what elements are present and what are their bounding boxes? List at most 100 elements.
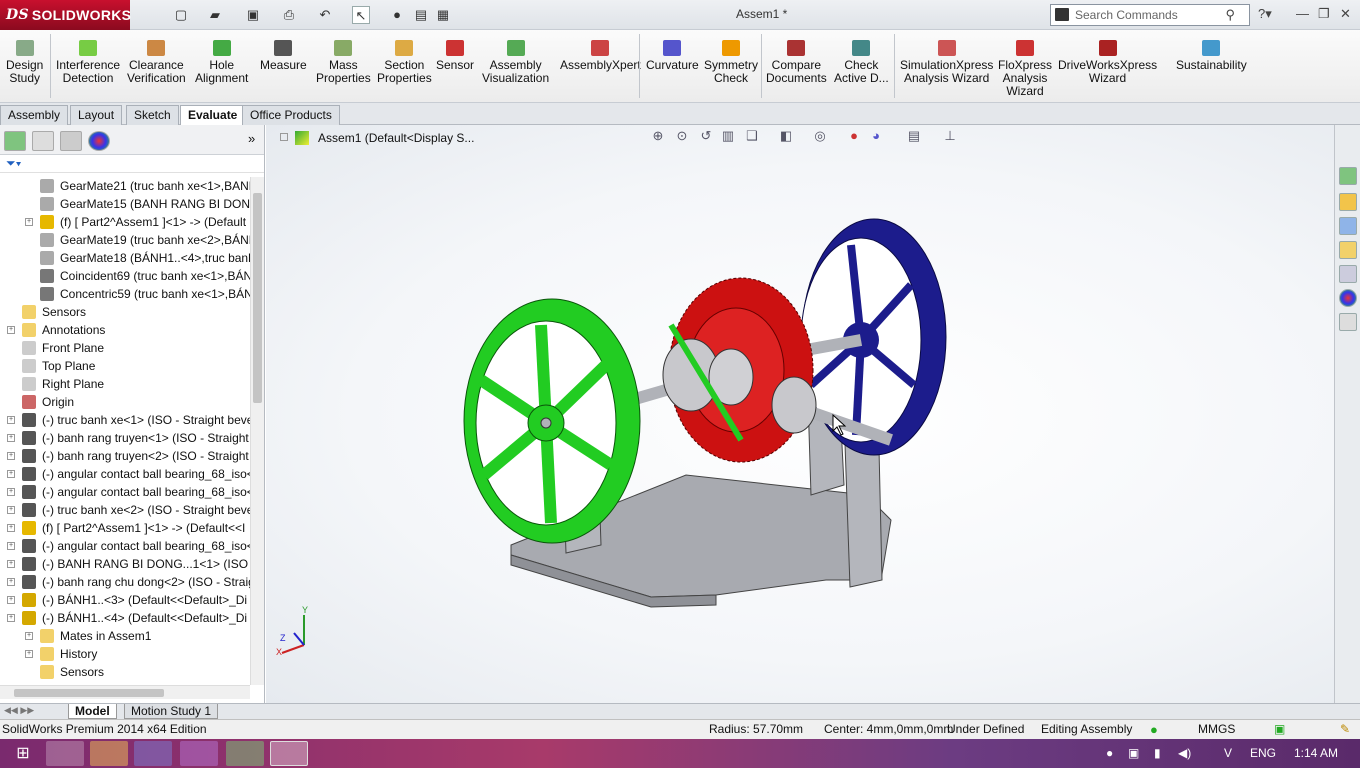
taskbar-app-icon[interactable] (226, 741, 264, 766)
sustainability-button[interactable]: Sustainability (1176, 40, 1247, 72)
tree-item[interactable]: Sensors (0, 663, 250, 681)
tree-item[interactable]: + History (0, 645, 250, 663)
unit-system[interactable]: MMGS (1198, 720, 1235, 739)
sensor-button[interactable]: Sensor (436, 40, 474, 72)
tree-item[interactable]: + (-) banh rang truyen<1> (ISO - Straight (0, 429, 250, 447)
expand-icon[interactable]: + (7, 326, 15, 334)
measure-button[interactable]: Measure (260, 40, 307, 72)
scroll-thumb[interactable] (253, 193, 262, 403)
simulationxpress-button[interactable]: SimulationXpress Analysis Wizard (900, 40, 993, 85)
tab-sketch[interactable]: Sketch (126, 105, 179, 125)
tree-item[interactable]: GearMate15 (BANH RANG BI DONG (0, 195, 250, 213)
file-properties-icon[interactable]: ▤ (412, 6, 430, 24)
windows-start-icon[interactable]: ⊞ (4, 741, 42, 766)
tab-assembly[interactable]: Assembly (0, 105, 69, 125)
expand-icon[interactable]: + (25, 632, 33, 640)
tree-item[interactable]: + Mates in Assem1 (0, 627, 250, 645)
tab-motion-study[interactable]: Motion Study 1 (124, 704, 219, 719)
file-explorer-taskbar-icon[interactable] (90, 741, 128, 766)
tree-item[interactable]: + (-) truc banh xe<2> (ISO - Straight bev… (0, 501, 250, 519)
expand-icon[interactable]: + (7, 578, 15, 586)
tree-item[interactable]: Sensors (0, 303, 250, 321)
interference-button[interactable]: Interference Detection (56, 40, 120, 85)
tab-layout[interactable]: Layout (70, 105, 123, 125)
expand-icon[interactable]: + (7, 542, 15, 550)
tree-item[interactable]: + (-) truc banh xe<1> (ISO - Straight bev… (0, 411, 250, 429)
expand-icon[interactable]: + (7, 434, 15, 442)
assembly-model-3d[interactable]: Y Z X (266, 125, 1334, 703)
section-properties-button[interactable]: Section Properties (377, 40, 432, 85)
tree-item[interactable]: + (-) angular contact ball bearing_68_iso… (0, 537, 250, 555)
filter-icon[interactable]: ⏷▾ (6, 156, 21, 171)
minimize-button[interactable]: — (1296, 6, 1309, 21)
language-indicator[interactable]: ENG (1250, 746, 1276, 760)
taskbar-app-icon[interactable] (134, 741, 172, 766)
tree-filter[interactable]: ⏷▾ (0, 155, 264, 173)
open-file-icon[interactable]: ▰ (206, 6, 224, 24)
expand-icon[interactable]: + (7, 506, 15, 514)
configuration-manager-icon[interactable] (60, 131, 82, 151)
expand-icon[interactable]: + (25, 650, 33, 658)
design-study-button[interactable]: Design Study (6, 40, 43, 85)
expand-icon[interactable]: + (7, 524, 15, 532)
tab-model[interactable]: Model (68, 704, 117, 719)
tree-item[interactable]: + (f) [ Part2^Assem1 ]<1> -> (Default<<I (0, 519, 250, 537)
curvature-button[interactable]: Curvature (646, 40, 699, 72)
expand-panel-icon[interactable]: » (248, 131, 255, 146)
tree-item[interactable]: Front Plane (0, 339, 250, 357)
graphics-area[interactable]: Assem1 (Default<Display S... ⊕ ⊙ ↺ ▥ ❑ ◧… (266, 125, 1334, 703)
expand-icon[interactable]: + (7, 560, 15, 568)
close-button[interactable]: ✕ (1340, 6, 1351, 22)
bevel-gear-right[interactable] (771, 376, 817, 434)
custom-properties-icon[interactable] (1339, 313, 1357, 331)
appearances-icon[interactable] (1339, 289, 1357, 307)
clearance-button[interactable]: Clearance Verification (127, 40, 186, 85)
tree-item[interactable]: + (-) angular contact ball bearing_68_iso… (0, 483, 250, 501)
tree-item[interactable]: GearMate19 (truc banh xe<2>,BÁNH (0, 231, 250, 249)
tree-item[interactable]: GearMate21 (truc banh xe<1>,BANH (0, 177, 250, 195)
taskbar-app-icon[interactable] (180, 741, 218, 766)
tree-item[interactable]: Right Plane (0, 375, 250, 393)
solidworks-resources-icon[interactable] (1339, 167, 1357, 185)
tab-office-products[interactable]: Office Products (242, 105, 340, 125)
display-manager-icon[interactable] (88, 131, 110, 151)
search-icon[interactable]: ⚲ (1225, 7, 1235, 23)
new-file-icon[interactable]: ▢ (172, 6, 190, 24)
search-commands-input[interactable]: Search Commands ⚲ (1050, 4, 1250, 26)
mass-properties-button[interactable]: Mass Properties (316, 40, 371, 85)
solidworks-logo[interactable]: DS SOLIDWORKS (0, 0, 131, 30)
property-manager-icon[interactable] (32, 131, 54, 151)
rebuild-icon[interactable]: ● (388, 6, 406, 24)
tree-vertical-scrollbar[interactable] (250, 177, 264, 685)
expand-icon[interactable]: + (7, 416, 15, 424)
expand-icon[interactable]: + (25, 218, 33, 226)
tree-item[interactable]: Concentric59 (truc banh xe<1>,BÁN (0, 285, 250, 303)
feature-manager-icon[interactable] (4, 131, 26, 151)
save-icon[interactable]: ▣ (244, 6, 262, 24)
tab-scroll-icon[interactable]: ◀◀ ▶▶ (4, 705, 34, 716)
help-icon[interactable]: ?▾ (1258, 6, 1272, 22)
expand-icon[interactable]: + (7, 488, 15, 496)
clock[interactable]: 1:14 AM (1294, 746, 1338, 760)
home-icon[interactable] (1339, 193, 1357, 211)
help-status-icon[interactable]: ▣ (1274, 720, 1285, 739)
tree-item[interactable]: GearMate18 (BÁNH1..<4>,truc banh (0, 249, 250, 267)
expand-icon[interactable]: + (7, 614, 15, 622)
solidworks-taskbar-icon[interactable] (270, 741, 308, 766)
tree-item[interactable]: + Annotations (0, 321, 250, 339)
tree-item[interactable]: + (-) BANH RANG BI DONG...1<1> (ISO - (0, 555, 250, 573)
taskbar-app-icon[interactable] (46, 741, 84, 766)
expand-icon[interactable]: + (7, 452, 15, 460)
undo-icon[interactable]: ↶ (316, 6, 334, 24)
select-icon[interactable]: ↖ (352, 6, 370, 24)
tree-item[interactable]: Coincident69 (truc banh xe<1>,BÁN (0, 267, 250, 285)
options-icon[interactable]: ▦ (434, 6, 452, 24)
hole-alignment-button[interactable]: Hole Alignment (195, 40, 248, 85)
tree-item[interactable]: Top Plane (0, 357, 250, 375)
check-active-button[interactable]: Check Active D... (834, 40, 889, 85)
tray-app-icon[interactable]: ● (1106, 746, 1113, 760)
compare-button[interactable]: Compare Documents (766, 40, 827, 85)
assemblyxpert-button[interactable]: AssemblyXpert (560, 40, 641, 72)
volume-icon[interactable]: ◀) (1178, 746, 1191, 760)
assembly-visualization-button[interactable]: Assembly Visualization (482, 40, 549, 85)
